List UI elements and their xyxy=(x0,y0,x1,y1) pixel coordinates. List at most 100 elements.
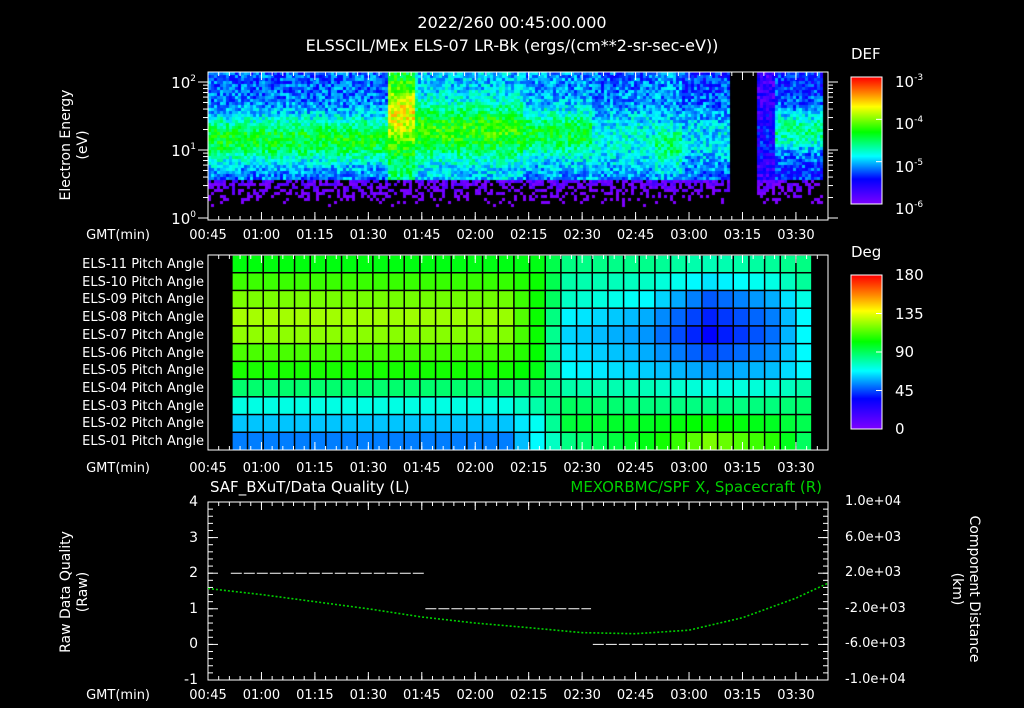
pitch-cell xyxy=(262,325,280,345)
pitch-cell xyxy=(654,396,672,416)
pitch-cell xyxy=(434,360,453,381)
pitch-cell xyxy=(434,342,453,363)
pitch-cell xyxy=(434,289,453,310)
pitch-cell xyxy=(654,271,672,292)
pitch-cell xyxy=(607,413,625,434)
pitch-cell xyxy=(622,307,641,327)
pitch-cell xyxy=(716,360,735,381)
pitch-cell xyxy=(716,342,735,363)
pitch-cell xyxy=(685,307,703,327)
def-colorbar-title: DEF xyxy=(851,45,881,63)
pitch-cell xyxy=(325,360,343,381)
pitch-cell xyxy=(591,289,609,310)
pitch-cell xyxy=(403,307,421,327)
pitch-cell xyxy=(513,378,531,398)
pitch-cell xyxy=(466,307,484,327)
pitch-cell xyxy=(387,342,406,363)
pitch-cell xyxy=(560,307,578,327)
pitch-cell xyxy=(309,325,327,345)
pitch-cell xyxy=(622,289,641,310)
pitch-cell xyxy=(701,289,719,310)
pitch-cell xyxy=(466,289,484,310)
pitch-cell xyxy=(309,307,327,327)
pitch-cell xyxy=(607,378,625,398)
def-colorbar-tick-label: 10-4 xyxy=(895,115,924,134)
pitch-cell xyxy=(622,342,641,363)
pitch-cell xyxy=(748,325,766,345)
pitch-cell xyxy=(701,396,719,416)
deg-colorbar-tick-label: 135 xyxy=(895,304,924,323)
pitch-cell xyxy=(497,271,515,292)
pitch-cell xyxy=(513,396,531,416)
pitch-cell xyxy=(340,396,359,416)
pitch-cell xyxy=(372,378,390,398)
pitch-cell xyxy=(575,307,594,327)
pitch-cell xyxy=(685,360,703,381)
pitch-cell xyxy=(795,378,813,398)
pitch-cell xyxy=(403,271,421,292)
pitch-cell xyxy=(528,342,547,363)
pitch-cell xyxy=(701,413,719,434)
pitch-cell xyxy=(560,431,578,452)
pitch-cell xyxy=(278,396,296,416)
pitch-cell xyxy=(732,325,750,345)
distance-tick-label: 1.0e+04 xyxy=(845,494,902,509)
quality-axis-title: Raw Data Quality xyxy=(58,531,74,653)
quality-gmt-label: GMT(min) xyxy=(86,688,150,703)
pitch-cell xyxy=(434,325,453,345)
pitch-cell xyxy=(387,360,406,381)
pitch-cell xyxy=(497,431,515,452)
pitch-cell xyxy=(466,271,484,292)
pitch-cell xyxy=(513,325,531,345)
pitch-cell xyxy=(591,342,609,363)
pitch-cell xyxy=(669,325,688,345)
pitch-cell xyxy=(246,378,265,398)
pitch-cell xyxy=(575,342,594,363)
pitch-cell xyxy=(622,431,641,452)
pitch-cell xyxy=(262,360,280,381)
pitch-cell xyxy=(481,307,500,327)
pitch-cell xyxy=(638,289,656,310)
pitch-cell xyxy=(732,396,750,416)
pitch-cell xyxy=(732,289,750,310)
pitch-cell xyxy=(528,396,547,416)
pitch-cell xyxy=(372,325,390,345)
distance-axis-unit: (km) xyxy=(949,572,965,606)
pitch-cell xyxy=(340,307,359,327)
pitch-cell xyxy=(293,307,312,327)
pitch-cell xyxy=(387,431,406,452)
pitch-cell xyxy=(434,307,453,327)
pitch-cell xyxy=(356,307,374,327)
pitch-cell xyxy=(544,431,562,452)
pitch-cell xyxy=(763,289,782,310)
pitch-cell xyxy=(544,413,562,434)
pitch-cell xyxy=(356,254,374,274)
pitch-cell xyxy=(293,360,312,381)
pitch-cell xyxy=(434,378,453,398)
pitch-cell xyxy=(560,289,578,310)
pitch-cell xyxy=(356,342,374,363)
pitch-cell xyxy=(325,271,343,292)
pitch-cell xyxy=(654,413,672,434)
pitch-cell xyxy=(685,289,703,310)
pitch-cell xyxy=(481,413,500,434)
pitch-cell xyxy=(513,254,531,274)
pitch-cell xyxy=(732,378,750,398)
pitch-cell xyxy=(763,325,782,345)
pitch-cell xyxy=(560,378,578,398)
pitch-time-tick-label: 03:30 xyxy=(777,461,815,476)
pitch-cell xyxy=(293,289,312,310)
pitch-cell xyxy=(560,342,578,363)
pitch-cell xyxy=(262,413,280,434)
pitch-cell xyxy=(497,378,515,398)
pitch-cell xyxy=(779,289,797,310)
quality-tick-label: 1 xyxy=(189,600,198,617)
pitch-cell xyxy=(340,254,359,274)
energy-tick-label: 102 xyxy=(171,74,196,92)
energy-axis-label: Electron Energy (eV) xyxy=(58,60,92,230)
pitch-cell xyxy=(779,413,797,434)
pitch-cell xyxy=(685,396,703,416)
pitch-cell xyxy=(732,360,750,381)
pitch-cell xyxy=(325,325,343,345)
pitch-cell xyxy=(560,360,578,381)
